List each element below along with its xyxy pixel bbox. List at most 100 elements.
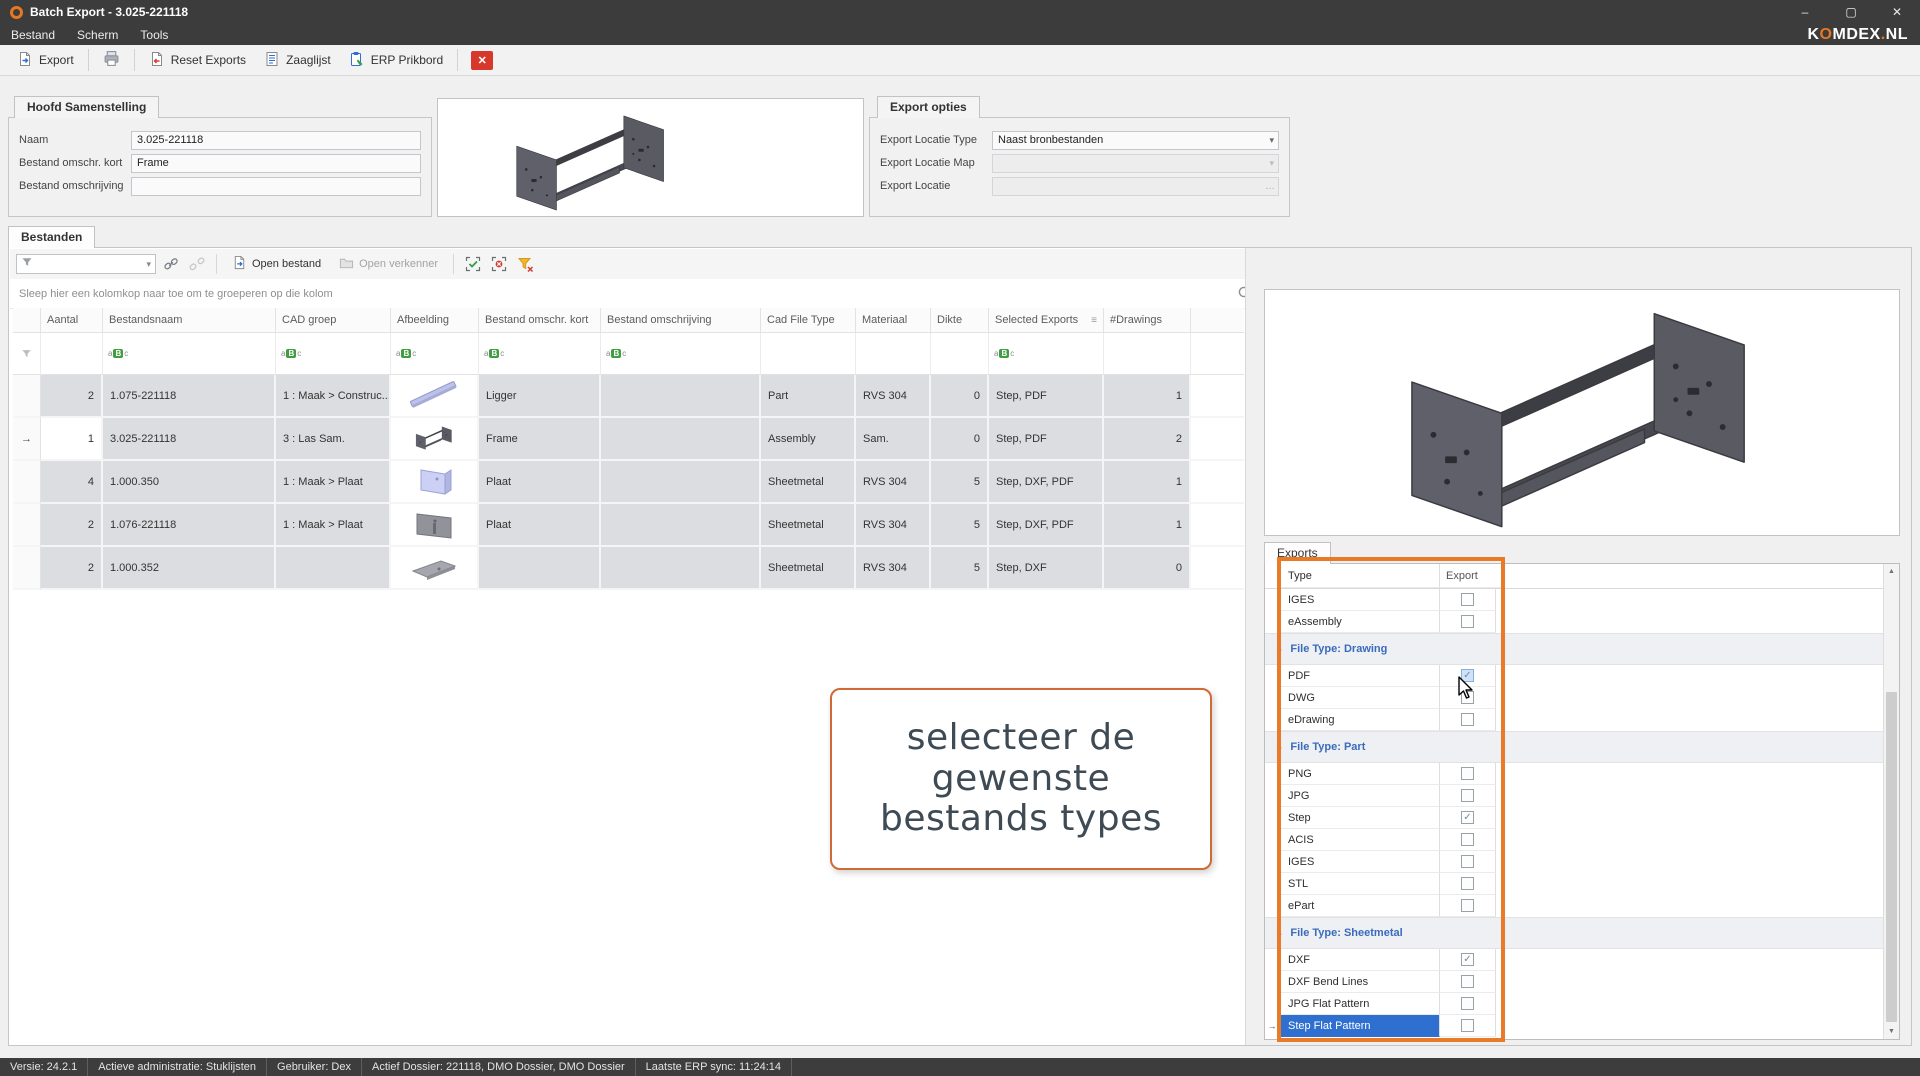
export-type-row[interactable]: DWG: [1265, 687, 1899, 709]
open-verkenner-button[interactable]: Open verkenner: [332, 253, 445, 275]
export-checkbox-epart[interactable]: [1461, 899, 1474, 912]
export-type-row[interactable]: →Step Flat Pattern: [1265, 1015, 1899, 1037]
tab-exports[interactable]: Exports: [1264, 542, 1331, 564]
export-group-row[interactable]: ⌄File Type: Part: [1265, 731, 1899, 763]
field-bestand-omschrijving[interactable]: [131, 177, 421, 196]
select-all-icon[interactable]: [462, 254, 484, 274]
reset-exports-button[interactable]: Reset Exports: [140, 48, 255, 73]
table-row[interactable]: →13.025-2211183 : Las Sam.FrameAssemblyS…: [13, 418, 1244, 461]
export-checkbox-step[interactable]: ✓: [1461, 811, 1474, 824]
export-type-row[interactable]: JPG Flat Pattern: [1265, 993, 1899, 1015]
scrollbar-thumb[interactable]: [1886, 692, 1897, 1022]
tab-export-opties[interactable]: Export opties: [877, 96, 980, 118]
menu-item-scherm[interactable]: Scherm: [66, 28, 129, 42]
ellipsis-button[interactable]: …: [1265, 181, 1275, 192]
filter-cell-cad_file_type[interactable]: [761, 333, 856, 375]
table-row[interactable]: 41.000.3501 : Maak > PlaatPlaatSheetmeta…: [13, 461, 1244, 504]
menu-item-tools[interactable]: Tools: [129, 28, 179, 42]
abc-filter-icon: aBc: [606, 349, 626, 358]
close-button[interactable]: ✕: [1874, 0, 1920, 24]
filter-cell-omschr_kort[interactable]: aBc: [479, 333, 601, 375]
export-type-row[interactable]: IGES: [1265, 851, 1899, 873]
table-row[interactable]: 21.000.352SheetmetalRVS 3045Step, DXF0: [13, 547, 1244, 590]
filter-cell-omschrijving[interactable]: aBc: [601, 333, 761, 375]
exports-scrollbar[interactable]: ▲ ▼: [1883, 564, 1899, 1039]
filter-cell-bestandsnaam[interactable]: aBc: [103, 333, 276, 375]
filter-cell-cad_groep[interactable]: aBc: [276, 333, 391, 375]
col-header-aantal[interactable]: Aantal: [41, 308, 103, 333]
col-header-dikte[interactable]: Dikte: [931, 308, 989, 333]
export-checkbox-png[interactable]: [1461, 767, 1474, 780]
column-filter-icon[interactable]: ≡: [1091, 315, 1097, 326]
export-type-row[interactable]: JPG: [1265, 785, 1899, 807]
minimize-button[interactable]: –: [1782, 0, 1828, 24]
print-button[interactable]: [94, 47, 129, 73]
export-checkbox-iges[interactable]: [1461, 593, 1474, 606]
export-checkbox-step-flat-pattern[interactable]: [1461, 1019, 1474, 1032]
maximize-button[interactable]: ▢: [1828, 0, 1874, 24]
unlink-icon[interactable]: [186, 254, 208, 274]
col-header-afbeelding[interactable]: Afbeelding: [391, 308, 479, 333]
export-checkbox-stl[interactable]: [1461, 877, 1474, 890]
export-checkbox-eassembly[interactable]: [1461, 615, 1474, 628]
table-row[interactable]: 21.075-2211181 : Maak > Construc...Ligge…: [13, 375, 1244, 418]
export-button[interactable]: Export: [8, 48, 83, 73]
export-type-row[interactable]: STL: [1265, 873, 1899, 895]
open-bestand-button[interactable]: Open bestand: [225, 253, 328, 275]
menu-item-bestand[interactable]: Bestand: [0, 28, 66, 42]
export-type-row[interactable]: eDrawing: [1265, 709, 1899, 731]
col-header-omschrijving[interactable]: Bestand omschrijving: [601, 308, 761, 333]
export-checkbox-acis[interactable]: [1461, 833, 1474, 846]
col-header-drawings[interactable]: #Drawings: [1104, 308, 1191, 333]
filter-cell-aantal[interactable]: [41, 333, 103, 375]
table-row[interactable]: 21.076-2211181 : Maak > PlaatPlaatSheetm…: [13, 504, 1244, 547]
col-header-omschr_kort[interactable]: Bestand omschr. kort: [479, 308, 601, 333]
col-header-materiaal[interactable]: Materiaal: [856, 308, 931, 333]
export-group-row[interactable]: ⌄File Type: Sheetmetal: [1265, 917, 1899, 949]
status-item: Gebruiker: Dex: [267, 1058, 362, 1076]
export-type-row[interactable]: Step✓: [1265, 807, 1899, 829]
export-checkbox-dxf-bend-lines[interactable]: [1461, 975, 1474, 988]
export-checkbox-jpg[interactable]: [1461, 789, 1474, 802]
export-checkbox-edrawing[interactable]: [1461, 713, 1474, 726]
filter-cell-selected_exports[interactable]: aBc: [989, 333, 1104, 375]
export-type-row[interactable]: PNG: [1265, 763, 1899, 785]
exports-export-header[interactable]: Export: [1440, 564, 1502, 588]
cell-aantal: 2: [41, 375, 103, 418]
field-bestand-omschr-kort[interactable]: Frame: [131, 154, 421, 173]
export-type-row[interactable]: ACIS: [1265, 829, 1899, 851]
col-header-cad_file_type[interactable]: Cad File Type: [761, 308, 856, 333]
close-red-button[interactable]: ✕: [471, 51, 493, 70]
export-checkbox-iges[interactable]: [1461, 855, 1474, 868]
export-checkbox-dxf[interactable]: ✓: [1461, 953, 1474, 966]
tab-hoofd-samenstelling[interactable]: Hoofd Samenstelling: [14, 96, 159, 118]
filter-cell-afbeelding[interactable]: aBc: [391, 333, 479, 375]
export-type-row[interactable]: ePart: [1265, 895, 1899, 917]
export-type-row[interactable]: eAssembly: [1265, 611, 1899, 633]
export-group-row[interactable]: ⌄File Type: Drawing: [1265, 633, 1899, 665]
export-type-row[interactable]: PDF✓: [1265, 665, 1899, 687]
groupby-bar[interactable]: Sleep hier een kolomkop naar toe om te g…: [10, 279, 1263, 309]
exports-type-header[interactable]: Type: [1280, 564, 1440, 588]
export-type-row[interactable]: DXF✓: [1265, 949, 1899, 971]
deselect-all-icon[interactable]: [488, 254, 510, 274]
col-header-selected_exports[interactable]: Selected Exports≡: [989, 308, 1104, 333]
scroll-down-icon[interactable]: ▼: [1884, 1024, 1899, 1039]
filter-cell-dikte[interactable]: [931, 333, 989, 375]
filter-combo[interactable]: ▾: [16, 254, 156, 274]
erp-prikbord-button[interactable]: ERP Prikbord: [340, 48, 452, 73]
field-export-locatie-type[interactable]: Naast bronbestanden▾: [992, 131, 1279, 150]
clear-filter-icon[interactable]: [514, 254, 536, 274]
scroll-up-icon[interactable]: ▲: [1884, 564, 1899, 579]
col-header-bestandsnaam[interactable]: Bestandsnaam: [103, 308, 276, 333]
filter-cell-drawings[interactable]: [1104, 333, 1191, 375]
filter-cell-materiaal[interactable]: [856, 333, 931, 375]
field-naam[interactable]: 3.025-221118: [131, 131, 421, 150]
zaaglijst-button[interactable]: Zaaglijst: [255, 48, 340, 73]
tab-bestanden[interactable]: Bestanden: [8, 226, 95, 248]
export-type-row[interactable]: IGES: [1265, 589, 1899, 611]
export-type-row[interactable]: DXF Bend Lines: [1265, 971, 1899, 993]
col-header-cad_groep[interactable]: CAD groep: [276, 308, 391, 333]
link-icon[interactable]: [160, 254, 182, 274]
export-checkbox-jpg-flat-pattern[interactable]: [1461, 997, 1474, 1010]
